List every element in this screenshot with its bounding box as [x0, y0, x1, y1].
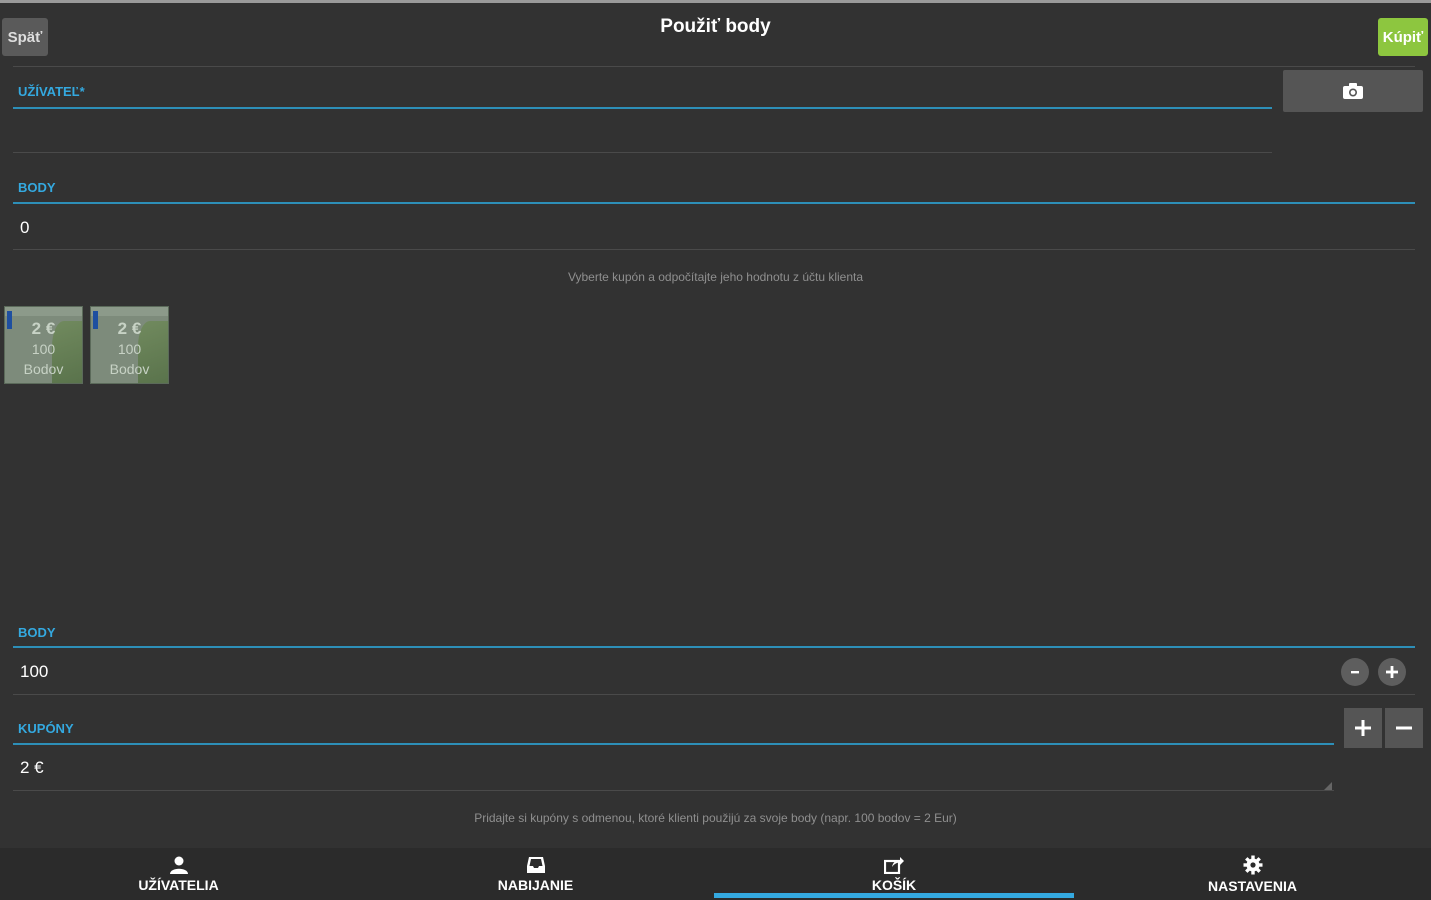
- coupon-points: 100: [117, 341, 142, 357]
- user-field-label: UŽÍVATEĽ*: [18, 84, 85, 99]
- user-icon: [169, 856, 188, 874]
- increment-button[interactable]: [1378, 658, 1406, 686]
- points-field-bottom-border: [13, 249, 1415, 250]
- minus-icon: [1396, 726, 1412, 730]
- coupon-amount: 2 €: [117, 319, 142, 338]
- coupon-top-band: [5, 307, 82, 316]
- points-field-underline: [13, 202, 1415, 204]
- coupons-field-label: KUPÓNY: [18, 721, 74, 736]
- coupon-unit: Bodov: [23, 361, 64, 377]
- points-stepper-input[interactable]: 100: [20, 662, 48, 682]
- coupons-field-bottom-border: [13, 790, 1334, 791]
- points-stepper-underline: [13, 646, 1415, 648]
- coupons-textarea[interactable]: 2 €: [20, 758, 44, 778]
- points-stepper-label: BODY: [18, 625, 56, 640]
- textarea-resize-handle[interactable]: [1324, 782, 1332, 790]
- plus-icon: [1386, 666, 1398, 678]
- header-divider: [13, 66, 1415, 67]
- coupon-unit: Bodov: [109, 361, 150, 377]
- tab-label: NASTAVENIA: [1208, 877, 1297, 894]
- points-value: 0: [20, 218, 30, 237]
- inbox-icon: [526, 856, 545, 873]
- active-tab-indicator: [714, 893, 1074, 898]
- tab-users[interactable]: UŽÍVATELIA: [0, 848, 357, 900]
- user-input-bottom-border: [13, 152, 1272, 153]
- tab-label: NABIJANIE: [497, 876, 574, 893]
- page-title: Použiť body: [660, 16, 771, 37]
- minus-icon: [1351, 671, 1359, 674]
- add-coupon-hint: Pridajte si kupóny s odmenou, ktoré klie…: [474, 811, 957, 825]
- gear-icon: [1243, 855, 1262, 874]
- user-field-underline: [13, 107, 1272, 109]
- user-input[interactable]: [13, 112, 1272, 152]
- window-top-border: [0, 0, 1431, 3]
- remove-coupon-button[interactable]: [1385, 708, 1423, 748]
- coupon-select-hint: Vyberte kupón a odpočítajte jeho hodnotu…: [567, 270, 864, 284]
- cart-share-icon: [884, 856, 904, 874]
- buy-button[interactable]: Kúpiť: [1378, 18, 1428, 56]
- coupons-field-underline: [13, 743, 1334, 745]
- coupon-amount: 2 €: [31, 319, 56, 338]
- points-field-label: BODY: [18, 180, 56, 195]
- coupon-points: 100: [31, 341, 56, 357]
- coupon-card[interactable]: 2 € 100 Bodov: [4, 306, 83, 384]
- decrement-button[interactable]: [1341, 658, 1369, 686]
- camera-icon: [1343, 83, 1363, 99]
- add-coupon-button[interactable]: [1344, 708, 1382, 748]
- tab-settings[interactable]: NASTAVENIA: [1074, 848, 1431, 900]
- tab-label: UŽÍVATELIA: [138, 876, 219, 893]
- coupon-top-band: [91, 307, 168, 316]
- coupon-card[interactable]: 2 € 100 Bodov: [90, 306, 169, 384]
- points-stepper-bottom-border: [13, 694, 1415, 695]
- tab-label: KOŠÍK: [871, 876, 917, 893]
- scan-camera-button[interactable]: [1283, 70, 1423, 112]
- tab-charging[interactable]: NABIJANIE: [357, 848, 714, 900]
- plus-icon: [1355, 720, 1371, 736]
